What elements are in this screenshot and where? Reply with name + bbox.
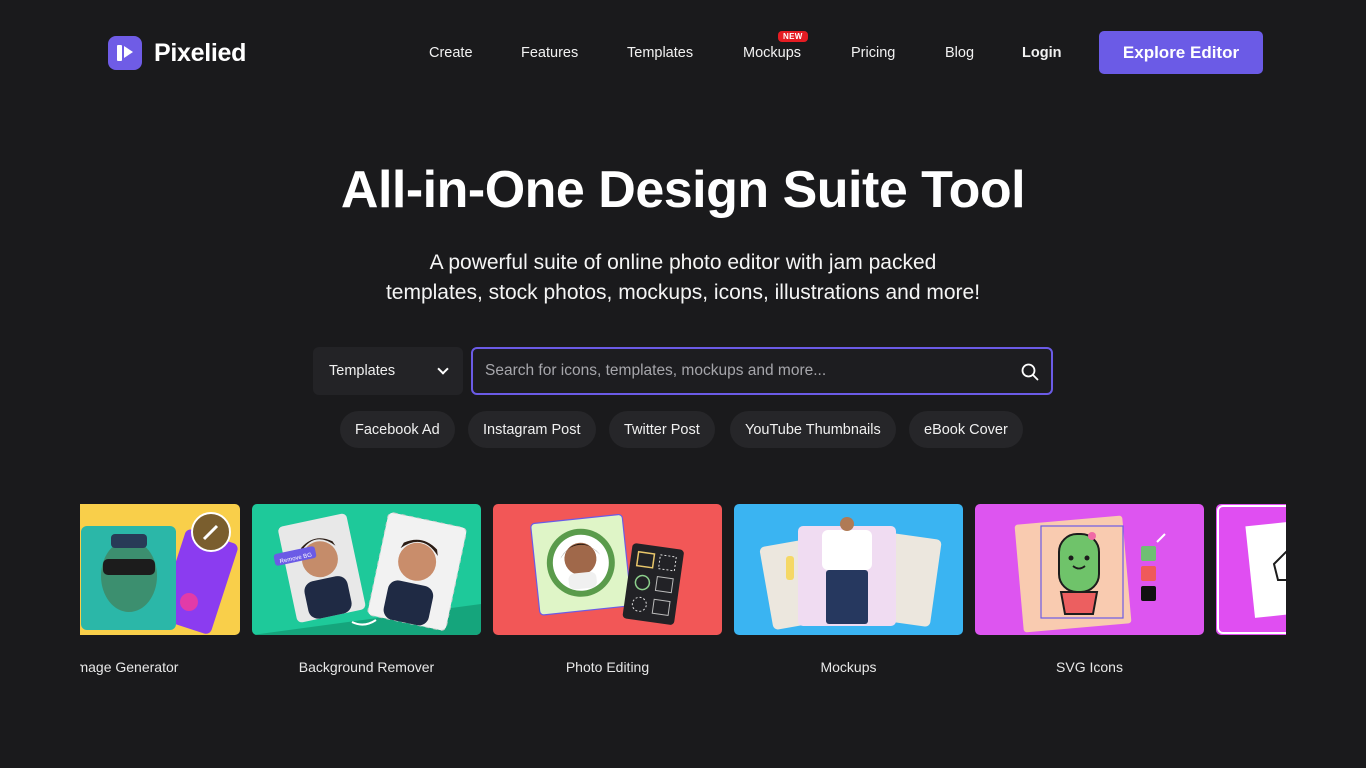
category-select[interactable]: Templates xyxy=(313,347,463,395)
hero-subtitle: A powerful suite of online photo editor … xyxy=(283,248,1083,308)
nav-mockups[interactable]: Mockups xyxy=(743,45,801,61)
card-photo-editing[interactable] xyxy=(493,504,722,635)
hero-subtitle-line-1: A powerful suite of online photo editor … xyxy=(429,251,937,274)
explore-editor-button[interactable]: Explore Editor xyxy=(1099,31,1263,74)
nav-pricing[interactable]: Pricing xyxy=(851,45,895,61)
nav-blog[interactable]: Blog xyxy=(945,45,974,61)
hero-title: All-in-One Design Suite Tool xyxy=(340,161,1026,219)
chip-facebook-ad[interactable]: Facebook Ad xyxy=(340,411,455,448)
svg-icons-illustration xyxy=(975,504,1204,635)
search-box xyxy=(471,347,1053,395)
card-label-image-generator: Image Generator xyxy=(80,659,179,675)
pixelied-logo-icon xyxy=(108,36,142,70)
mockups-illustration xyxy=(734,504,963,635)
logo-text: Pixelied xyxy=(154,38,247,67)
card-background-remover[interactable]: Remove BG xyxy=(252,504,481,635)
image-generator-illustration xyxy=(80,504,240,635)
nav-features[interactable]: Features xyxy=(521,45,578,61)
card-label-photo-editing: Photo Editing xyxy=(565,659,650,675)
chip-ebook-cover[interactable]: eBook Cover xyxy=(909,411,1023,448)
feature-carousel: Image Generator Remove BG Background Rem… xyxy=(80,504,1286,694)
card-partial[interactable] xyxy=(1216,504,1286,635)
hero-subtitle-line-2: templates, stock photos, mockups, icons,… xyxy=(385,281,981,304)
photo-editing-illustration xyxy=(493,504,722,635)
site-header: Pixelied Create Features Templates Mocku… xyxy=(0,0,1366,106)
partial-card-illustration xyxy=(1216,504,1286,635)
card-label-background-remover: Background Remover xyxy=(298,659,435,675)
chip-youtube-thumbnails[interactable]: YouTube Thumbnails xyxy=(730,411,896,448)
card-mockups[interactable] xyxy=(734,504,963,635)
logo[interactable]: Pixelied xyxy=(108,36,246,70)
chip-instagram-post[interactable]: Instagram Post xyxy=(468,411,596,448)
card-label-mockups: Mockups xyxy=(820,659,877,675)
search-icon[interactable] xyxy=(1020,362,1040,382)
card-svg-icons[interactable] xyxy=(975,504,1204,635)
chevron-down-icon xyxy=(437,363,449,375)
search-input[interactable] xyxy=(485,349,1005,393)
chip-twitter-post[interactable]: Twitter Post xyxy=(609,411,715,448)
nav-templates[interactable]: Templates xyxy=(627,45,693,61)
category-select-value: Templates xyxy=(329,363,396,379)
card-label-svg-icons: SVG Icons xyxy=(1056,659,1123,675)
login-link[interactable]: Login xyxy=(1022,45,1061,61)
card-image-generator[interactable] xyxy=(80,504,240,635)
background-remover-illustration: Remove BG xyxy=(252,504,481,635)
new-badge: NEW xyxy=(778,31,808,42)
nav-create[interactable]: Create xyxy=(429,45,473,61)
